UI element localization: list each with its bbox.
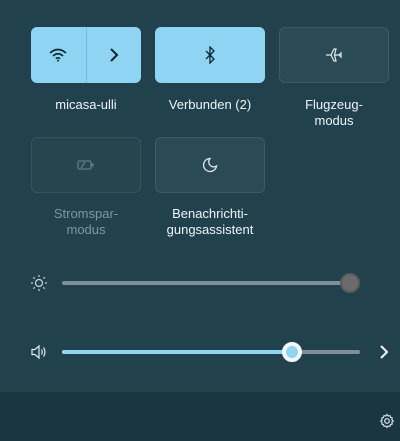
battery-saver-tile[interactable]: [31, 137, 141, 193]
wifi-expand-button[interactable]: [87, 27, 142, 83]
airplane-mode-label: Flugzeug- modus: [274, 97, 394, 129]
wifi-icon: [47, 44, 69, 66]
focus-assist-label-line1: Benachrichti-: [172, 206, 248, 221]
airplane-mode-label-line2: modus: [314, 113, 354, 128]
volume-slider-row: [0, 337, 400, 367]
sun-icon: [28, 272, 50, 294]
audio-output-chevron-icon[interactable]: [373, 341, 395, 363]
brightness-track[interactable]: [62, 281, 350, 285]
focus-assist-label-line2: gungsassistent: [166, 222, 254, 237]
battery-saver-label: Stromspar- modus: [26, 206, 146, 238]
speaker-icon[interactable]: [28, 341, 50, 363]
quick-settings-panel: micasa-ulli Verbunden (2) Flugzeug- modu…: [0, 0, 400, 441]
volume-thumb[interactable]: [282, 342, 303, 362]
battery-saver-icon: [75, 154, 97, 176]
airplane-icon: [323, 44, 345, 66]
airplane-mode-label-line1: Flugzeug-: [305, 97, 363, 112]
settings-icon[interactable]: [376, 410, 398, 432]
wifi-network-label: micasa-ulli: [55, 97, 117, 112]
wifi-toggle-button[interactable]: [31, 27, 86, 83]
battery-saver-label-line2: modus: [66, 222, 106, 237]
focus-assist-tile[interactable]: [155, 137, 265, 193]
airplane-mode-tile[interactable]: [279, 27, 389, 83]
bluetooth-tile[interactable]: [155, 27, 265, 83]
moon-icon: [199, 154, 221, 176]
wifi-tile[interactable]: [31, 27, 141, 83]
brightness-slider-row: [0, 268, 400, 298]
volume-track-fill: [62, 350, 293, 354]
bluetooth-status-label: Verbunden (2): [168, 97, 252, 112]
chevron-right-icon: [103, 44, 125, 66]
quick-settings-footer: [0, 392, 400, 441]
battery-saver-label-line1: Stromspar-: [53, 206, 119, 221]
bluetooth-icon: [199, 44, 221, 66]
focus-assist-label: Benachrichti- gungsassistent: [150, 206, 270, 238]
brightness-thumb[interactable]: [340, 273, 360, 293]
